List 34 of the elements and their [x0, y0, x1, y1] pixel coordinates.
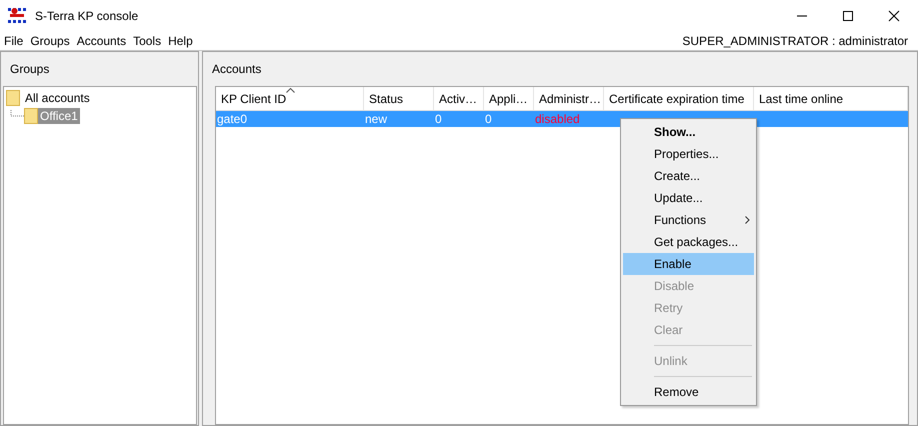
table-cell-text: disabled [534, 112, 581, 126]
menu-item[interactable]: Remove [623, 381, 754, 403]
menu-item[interactable]: Groups [30, 34, 70, 48]
app-logo-icon [7, 7, 27, 25]
menu-item[interactable]: File [4, 34, 24, 48]
table-cell-text: gate0 [216, 112, 248, 126]
column-header[interactable]: Appli… [484, 87, 534, 110]
maximize-icon[interactable] [842, 10, 854, 22]
table-cell-text: 0 [434, 112, 443, 126]
tree-item[interactable]: All accounts [23, 90, 92, 106]
column-header[interactable]: Administr… [534, 87, 604, 110]
column-header[interactable]: Certificate expiration time [604, 87, 754, 110]
user-label: SUPER_ADMINISTRATOR : administrator [682, 34, 908, 48]
menu-item[interactable]: Functions [623, 209, 754, 231]
menu-item[interactable]: Create... [623, 165, 754, 187]
panel-title: Groups [10, 62, 50, 76]
close-icon[interactable] [888, 10, 900, 22]
column-header[interactable]: Status [364, 87, 434, 110]
menu-item[interactable]: Enable [623, 253, 754, 275]
table-cell-text: 0 [484, 112, 493, 126]
menu-item[interactable]: Help [168, 34, 193, 48]
menu-item[interactable]: Get packages... [623, 231, 754, 253]
panel-title: Accounts [212, 62, 262, 76]
window-title: S-Terra KP console [35, 9, 138, 23]
menu-item[interactable]: Accounts [76, 34, 126, 48]
folder-icon [24, 108, 38, 124]
column-header[interactable]: Activ… [434, 87, 484, 110]
menu-item[interactable]: Properties... [623, 143, 754, 165]
menu-item[interactable]: Tools [133, 34, 162, 48]
menu-item[interactable]: Update... [623, 187, 754, 209]
column-header[interactable]: Last time online [754, 87, 908, 110]
table-cell-text: new [364, 112, 388, 126]
folder-icon [6, 90, 20, 106]
column-header[interactable]: KP Client ID [216, 87, 364, 110]
